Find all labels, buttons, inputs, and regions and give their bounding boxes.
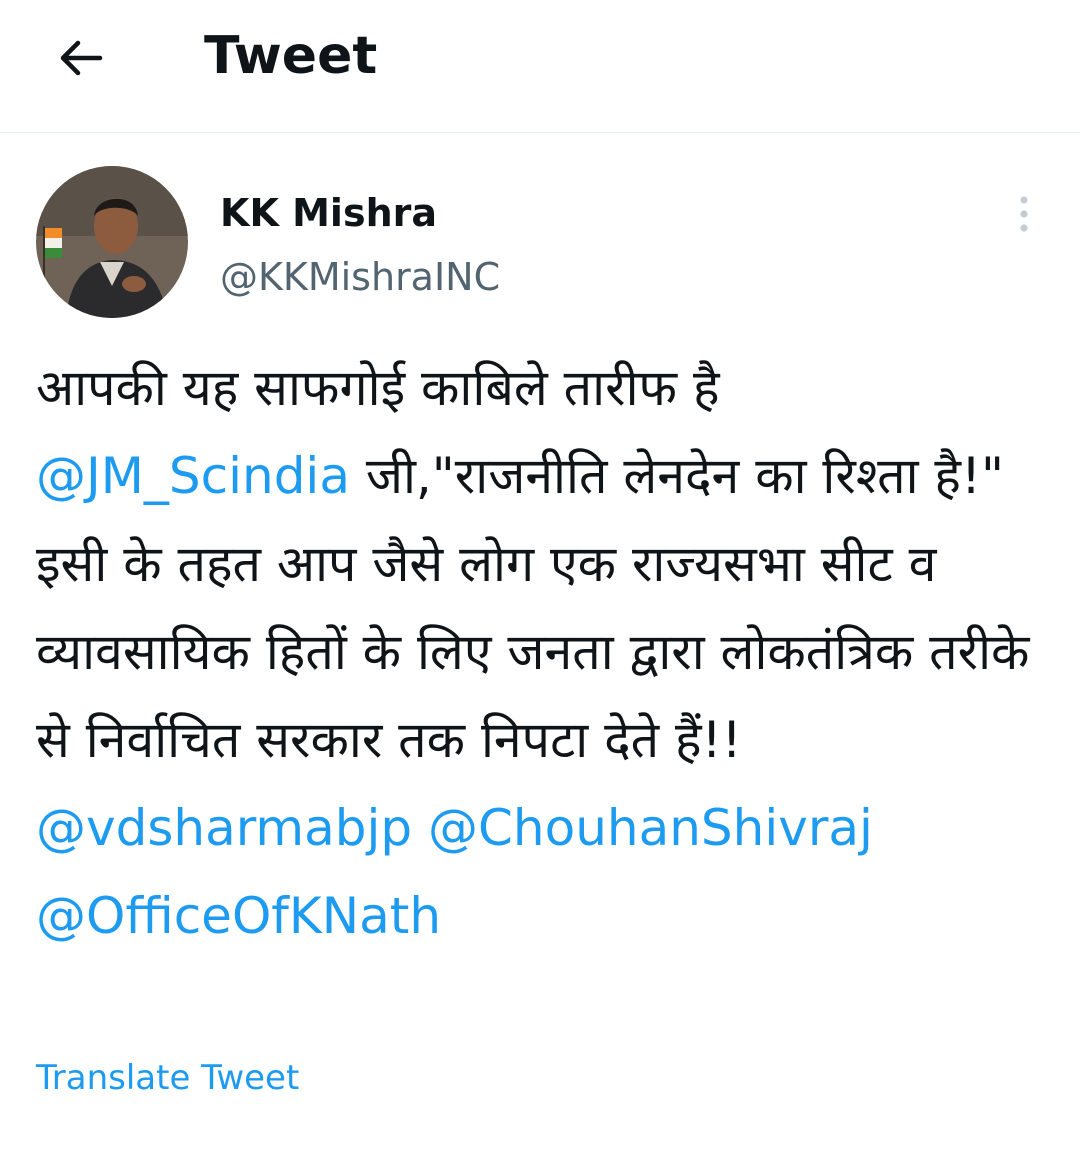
page-title: Tweet — [204, 26, 378, 86]
translate-tweet-link[interactable]: Translate Tweet — [36, 1056, 299, 1100]
mention-link[interactable]: @OfficeOfKNath — [36, 887, 441, 945]
vertical-ellipsis-icon — [1020, 196, 1028, 232]
mention-link[interactable]: @JM_Scindia — [36, 447, 350, 505]
more-options-button[interactable] — [1004, 190, 1044, 238]
top-bar: Tweet — [0, 0, 1080, 133]
tweet-text-part: आपकी यह साफगोई काबिले तारीफ है — [36, 359, 720, 417]
mention-link[interactable]: @ChouhanShivraj — [428, 799, 873, 857]
avatar-image — [36, 166, 188, 318]
author-display-name[interactable]: KK Mishra — [220, 190, 437, 236]
avatar[interactable] — [36, 166, 188, 318]
back-button[interactable] — [50, 28, 110, 88]
arrow-left-icon — [60, 40, 103, 76]
author-handle[interactable]: @KKMishraINC — [220, 254, 500, 300]
tweet-text: आपकी यह साफगोई काबिले तारीफ है @JM_Scind… — [36, 344, 1046, 960]
mention-link[interactable]: @vdsharmabjp — [36, 799, 412, 857]
